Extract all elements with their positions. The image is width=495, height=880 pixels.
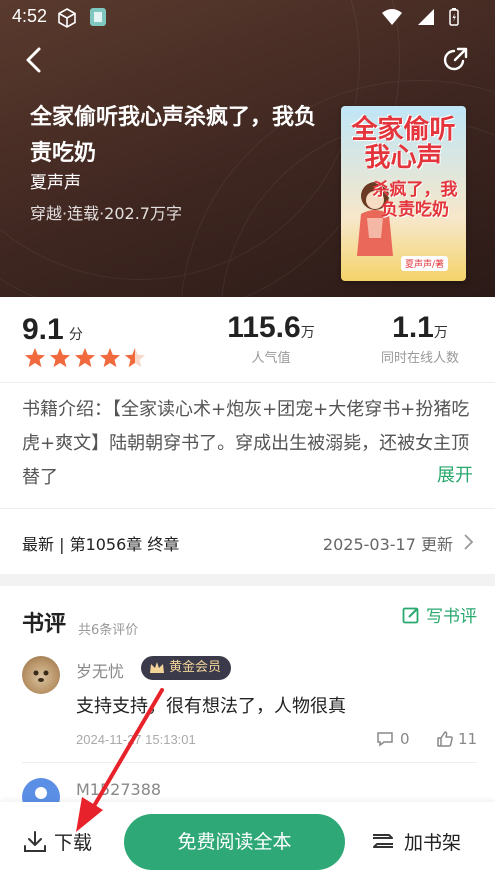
comment-icon — [377, 732, 393, 747]
online-stat: 1.1万 同时在线人数 — [370, 311, 470, 366]
popularity-value: 115.6 — [227, 311, 301, 344]
status-icons — [381, 8, 459, 26]
app-notification-icon — [90, 8, 106, 26]
read-free-button[interactable]: 免费阅读全本 — [124, 814, 345, 870]
intro-text: 书籍介绍：【全家读心术+炮灰+团宠+大佬穿书+扮猪吃虎+爽文】陆朝朝穿书了。穿成… — [22, 399, 470, 488]
vip-badge-label: 黄金会员 — [169, 660, 222, 675]
bookshelf-icon — [373, 833, 393, 848]
score-block: 9.1 分 — [22, 313, 83, 347]
like-count: 11 — [458, 730, 478, 748]
edit-icon — [402, 607, 419, 623]
comment-button[interactable]: 0 — [376, 730, 410, 748]
popularity-label: 人气值 — [251, 351, 291, 366]
expand-button[interactable]: 展开 — [437, 461, 473, 487]
comment-count: 0 — [400, 730, 410, 748]
star-icon — [74, 347, 96, 368]
avatar[interactable] — [22, 656, 60, 694]
chevron-right-icon — [464, 534, 474, 550]
cover-subtitle: 杀疯了，我负责吃奶 — [372, 180, 458, 220]
cover-author-tag: 夏声声/著 — [401, 256, 449, 271]
book-author[interactable]: 夏声声 — [30, 168, 81, 193]
download-icon — [24, 830, 46, 852]
write-review-label: 写书评 — [426, 607, 477, 627]
reviews-count: 共6条评价 — [78, 623, 139, 638]
share-icon[interactable] — [441, 46, 469, 74]
like-button[interactable]: 11 — [436, 730, 477, 748]
dog-avatar-icon — [33, 670, 49, 682]
review-text[interactable]: 支持支持，很有想法了，人物很真 — [76, 692, 346, 718]
book-stats: 9.1 分 115.6万 人气值 1.1万 同时在线人数 — [0, 297, 495, 382]
battery-icon — [449, 8, 459, 26]
latest-chapter: 最新 | 第1056章 终章 — [22, 535, 180, 554]
book-header: 4:52 全家偷听我心声杀疯了，我负责吃奶 夏声声 穿越·连载·202.7万字 … — [0, 0, 495, 297]
latest-chapter-row[interactable]: 最新 | 第1056章 终章 2025-03-17 更新 — [0, 508, 495, 574]
book-intro: 书籍介绍：【全家读心术+炮灰+团宠+大佬穿书+扮猪吃虎+爽文】陆朝朝穿书了。穿成… — [0, 382, 495, 508]
signal-icon — [418, 9, 434, 25]
book-title: 全家偷听我心声杀疯了，我负责吃奶 — [30, 105, 317, 166]
divider — [22, 762, 477, 763]
popularity-unit: 万 — [300, 325, 315, 341]
vip-badge: 黄金会员 — [141, 656, 232, 680]
star-icon — [49, 347, 71, 368]
popularity-stat: 115.6万 人气值 — [226, 311, 316, 366]
back-icon[interactable] — [18, 44, 50, 76]
star-icon — [99, 347, 121, 368]
online-value: 1.1 — [392, 311, 434, 344]
latest-update-date: 2025-03-17 更新 — [322, 535, 453, 554]
download-label: 下载 — [54, 832, 93, 854]
score-unit: 分 — [68, 327, 83, 343]
add-to-shelf-label: 加书架 — [404, 832, 462, 854]
star-rating — [24, 347, 146, 368]
cube-icon — [58, 8, 76, 28]
book-meta: 穿越·连载·202.7万字 — [30, 204, 182, 223]
review-username[interactable]: 岁无忧 — [76, 658, 124, 682]
status-bar: 4:52 — [0, 0, 495, 34]
cover-title: 全家偷听我心声 — [351, 115, 456, 173]
add-to-shelf-button[interactable]: 加书架 — [370, 828, 461, 855]
download-button[interactable]: 下载 — [22, 828, 92, 855]
review-username[interactable]: M1527388 — [76, 780, 161, 799]
wifi-icon — [382, 9, 402, 25]
thumbs-up-icon — [437, 731, 453, 747]
status-time: 4:52 — [12, 6, 48, 26]
review-date: 2024-11-27 15:13:01 — [76, 732, 196, 747]
reviews-title: 书评 — [22, 612, 67, 637]
write-review-button[interactable]: 写书评 — [402, 602, 477, 627]
online-label: 同时在线人数 — [380, 351, 459, 366]
crown-icon — [150, 662, 164, 673]
star-icon — [24, 347, 46, 368]
score-value: 9.1 — [22, 313, 64, 346]
online-unit: 万 — [433, 325, 448, 341]
book-cover: 全家偷听我心声 杀疯了，我负责吃奶 夏声声/著 — [341, 106, 466, 281]
bottom-action-bar: 下载 免费阅读全本 加书架 — [0, 802, 495, 880]
half-star-icon — [124, 347, 146, 368]
